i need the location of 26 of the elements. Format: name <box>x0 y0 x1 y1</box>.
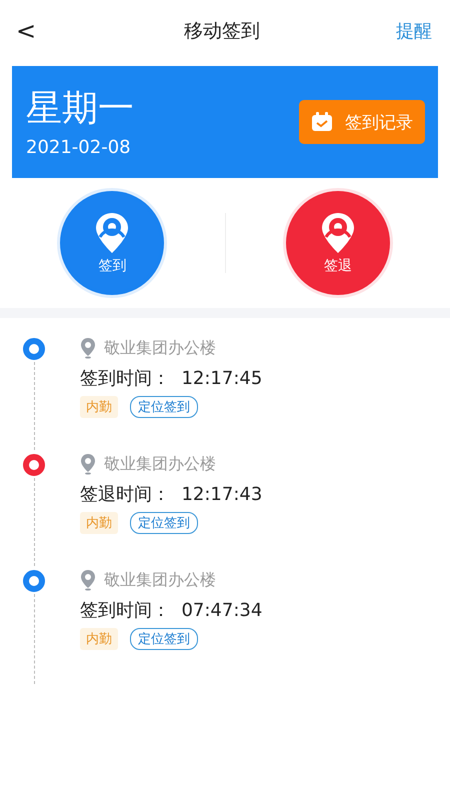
location-text: 敬业集团办公楼 <box>104 338 216 358</box>
date-text: 2021-02-08 <box>26 136 132 158</box>
method-tag: 定位签到 <box>130 396 198 418</box>
calendar-check-icon <box>311 112 333 132</box>
time-text: 签到时间： 07:47:34 <box>80 599 262 622</box>
type-tag: 内勤 <box>80 396 118 418</box>
type-tag: 内勤 <box>80 628 118 650</box>
check-out-button[interactable]: 签退 <box>286 191 390 295</box>
location-text: 敬业集团办公楼 <box>104 454 216 474</box>
method-tag: 定位签到 <box>130 512 198 534</box>
location-pin-icon <box>80 337 96 359</box>
type-tag: 内勤 <box>80 512 118 534</box>
records-button[interactable]: 签到记录 <box>299 100 425 144</box>
back-button[interactable]: < <box>12 17 40 45</box>
location-text: 敬业集团办公楼 <box>104 570 216 590</box>
weekday-text: 星期一 <box>26 86 134 130</box>
page-title: 移动签到 <box>184 19 260 44</box>
method-tag: 定位签到 <box>130 628 198 650</box>
time-text: 签退时间： 12:17:43 <box>80 483 262 506</box>
location-pin-icon <box>80 569 96 591</box>
time-text: 签到时间： 12:17:45 <box>80 367 262 390</box>
check-in-button[interactable]: 签到 <box>60 191 164 295</box>
location-pin-icon <box>94 211 130 255</box>
reminder-button[interactable]: 提醒 <box>396 19 432 43</box>
location-pin-icon <box>320 211 356 255</box>
location-pin-icon <box>80 453 96 475</box>
